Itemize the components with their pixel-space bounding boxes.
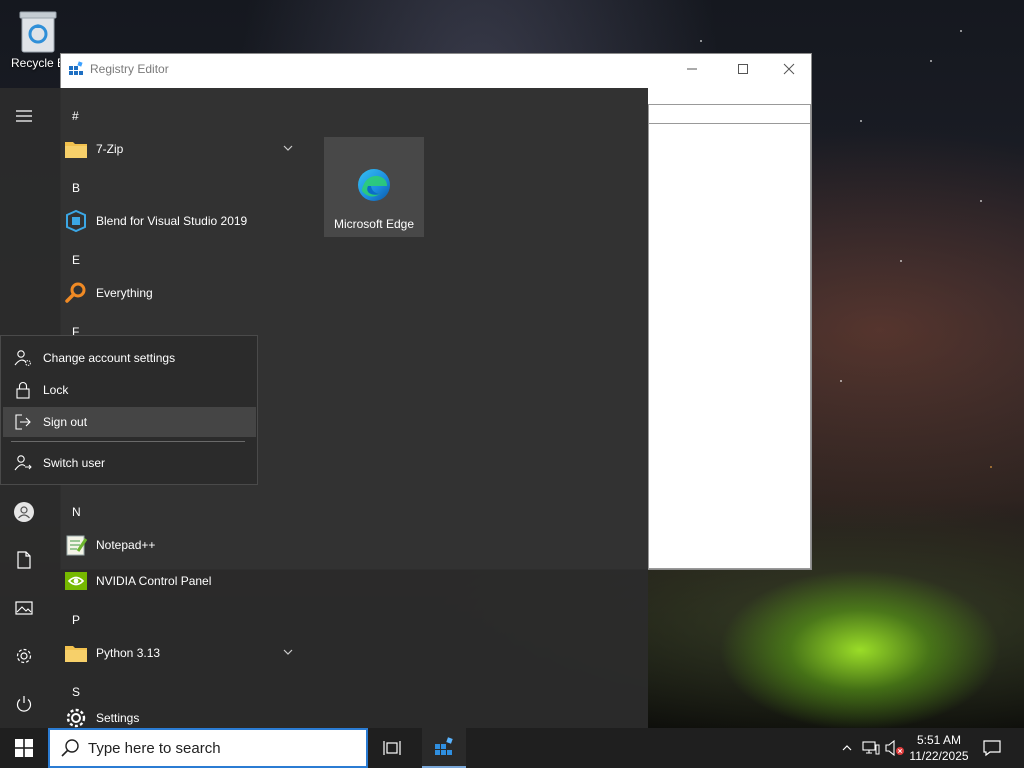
tile-microsoft-edge[interactable]: Microsoft Edge: [324, 137, 424, 237]
values-pane[interactable]: [648, 104, 811, 569]
switch-user-label: Switch user: [43, 456, 106, 470]
minimize-button[interactable]: [669, 54, 715, 84]
flyout-divider: [11, 441, 245, 442]
sign-out-item[interactable]: Sign out: [3, 407, 256, 437]
settings-button[interactable]: [0, 636, 48, 676]
notifications-icon: [983, 740, 1001, 757]
app-everything[interactable]: Everything: [56, 275, 306, 311]
window-titlebar[interactable]: Registry Editor: [61, 54, 811, 84]
app-name: Notepad++: [96, 538, 156, 552]
chevron-down-icon[interactable]: [282, 646, 294, 658]
sign-out-icon: [13, 412, 33, 432]
power-icon: [16, 696, 32, 712]
power-button[interactable]: [0, 684, 48, 724]
app-notepad-plus-plus[interactable]: Notepad++: [56, 527, 306, 563]
recycle-bin-icon: [19, 11, 57, 53]
switch-user-icon: [13, 453, 33, 473]
app-7zip[interactable]: 7-Zip: [56, 131, 306, 167]
app-python[interactable]: Python 3.13: [56, 635, 306, 671]
user-settings-icon: [13, 348, 33, 368]
edge-icon: [358, 169, 390, 201]
blend-icon: [64, 209, 88, 233]
clock[interactable]: 5:51 AM 11/22/2025: [902, 732, 976, 764]
window-title: Registry Editor: [90, 62, 169, 76]
pictures-button[interactable]: [0, 588, 48, 628]
search-icon: [61, 739, 79, 757]
change-account-settings-label: Change account settings: [43, 351, 176, 365]
start-button[interactable]: [0, 728, 48, 768]
switch-user-item[interactable]: Switch user: [3, 448, 256, 478]
folder-icon: [64, 641, 88, 665]
registry-editor-icon: [69, 61, 83, 75]
nvidia-icon: [64, 569, 88, 593]
clock-time: 5:51 AM: [916, 733, 962, 747]
taskbar-registry-editor[interactable]: [422, 728, 466, 768]
app-name: Python 3.13: [96, 646, 161, 660]
app-nvidia-control-panel[interactable]: NVIDIA Control Panel: [56, 563, 306, 599]
show-hidden-icons-button[interactable]: [836, 728, 858, 768]
search-placeholder: Type here to search: [88, 739, 221, 757]
expand-menu-button[interactable]: [0, 96, 48, 136]
windows-logo-icon: [15, 739, 33, 757]
pictures-icon: [15, 601, 33, 615]
letter-header[interactable]: N: [72, 505, 81, 519]
app-name: 7-Zip: [96, 142, 124, 156]
lock-item[interactable]: Lock: [3, 375, 256, 405]
chevron-up-icon: [842, 745, 852, 751]
network-icon: [862, 741, 880, 755]
settings-gear-icon: [64, 706, 88, 730]
user-avatar-icon: [14, 502, 34, 522]
maximize-icon: [738, 64, 748, 74]
letter-header[interactable]: B: [72, 181, 80, 195]
letter-header[interactable]: P: [72, 613, 80, 627]
letter-header[interactable]: #: [72, 109, 79, 123]
app-name: Blend for Visual Studio 2019: [96, 214, 248, 228]
documents-button[interactable]: [0, 540, 48, 580]
change-account-settings-item[interactable]: Change account settings: [3, 343, 256, 373]
app-name: Everything: [96, 286, 153, 300]
minimize-icon: [687, 68, 697, 70]
taskbar-search-box[interactable]: Type here to search: [48, 728, 368, 768]
lock-label: Lock: [43, 383, 69, 397]
network-button[interactable]: [860, 728, 882, 768]
folder-icon: [64, 137, 88, 161]
task-view-button[interactable]: [370, 728, 414, 768]
clock-date: 11/22/2025: [909, 749, 969, 763]
taskbar: Type here to search 5:51 AM 11/22/2025: [0, 728, 1024, 768]
notepad-plus-plus-icon: [64, 533, 88, 557]
close-button[interactable]: [766, 54, 812, 84]
app-name: NVIDIA Control Panel: [96, 574, 212, 588]
documents-icon: [17, 551, 31, 569]
magnifier-icon: [64, 281, 88, 305]
sign-out-label: Sign out: [43, 415, 88, 429]
task-view-icon: [383, 741, 401, 755]
hamburger-icon: [16, 110, 32, 122]
registry-editor-icon: [435, 737, 453, 755]
close-icon: [783, 63, 795, 75]
account-flyout[interactable]: Change account settings Lock Sign out Sw…: [0, 335, 258, 485]
settings-icon: [16, 648, 32, 664]
letter-header[interactable]: E: [72, 253, 80, 267]
letter-header[interactable]: S: [72, 685, 80, 699]
user-account-button[interactable]: [0, 492, 48, 532]
tile-label: Microsoft Edge: [333, 217, 415, 231]
lock-icon: [13, 380, 33, 400]
action-center-button[interactable]: [978, 728, 1006, 768]
chevron-down-icon[interactable]: [282, 142, 294, 154]
app-name: Settings: [96, 711, 140, 725]
maximize-button[interactable]: [720, 54, 766, 84]
app-blend[interactable]: Blend for Visual Studio 2019: [56, 203, 306, 239]
